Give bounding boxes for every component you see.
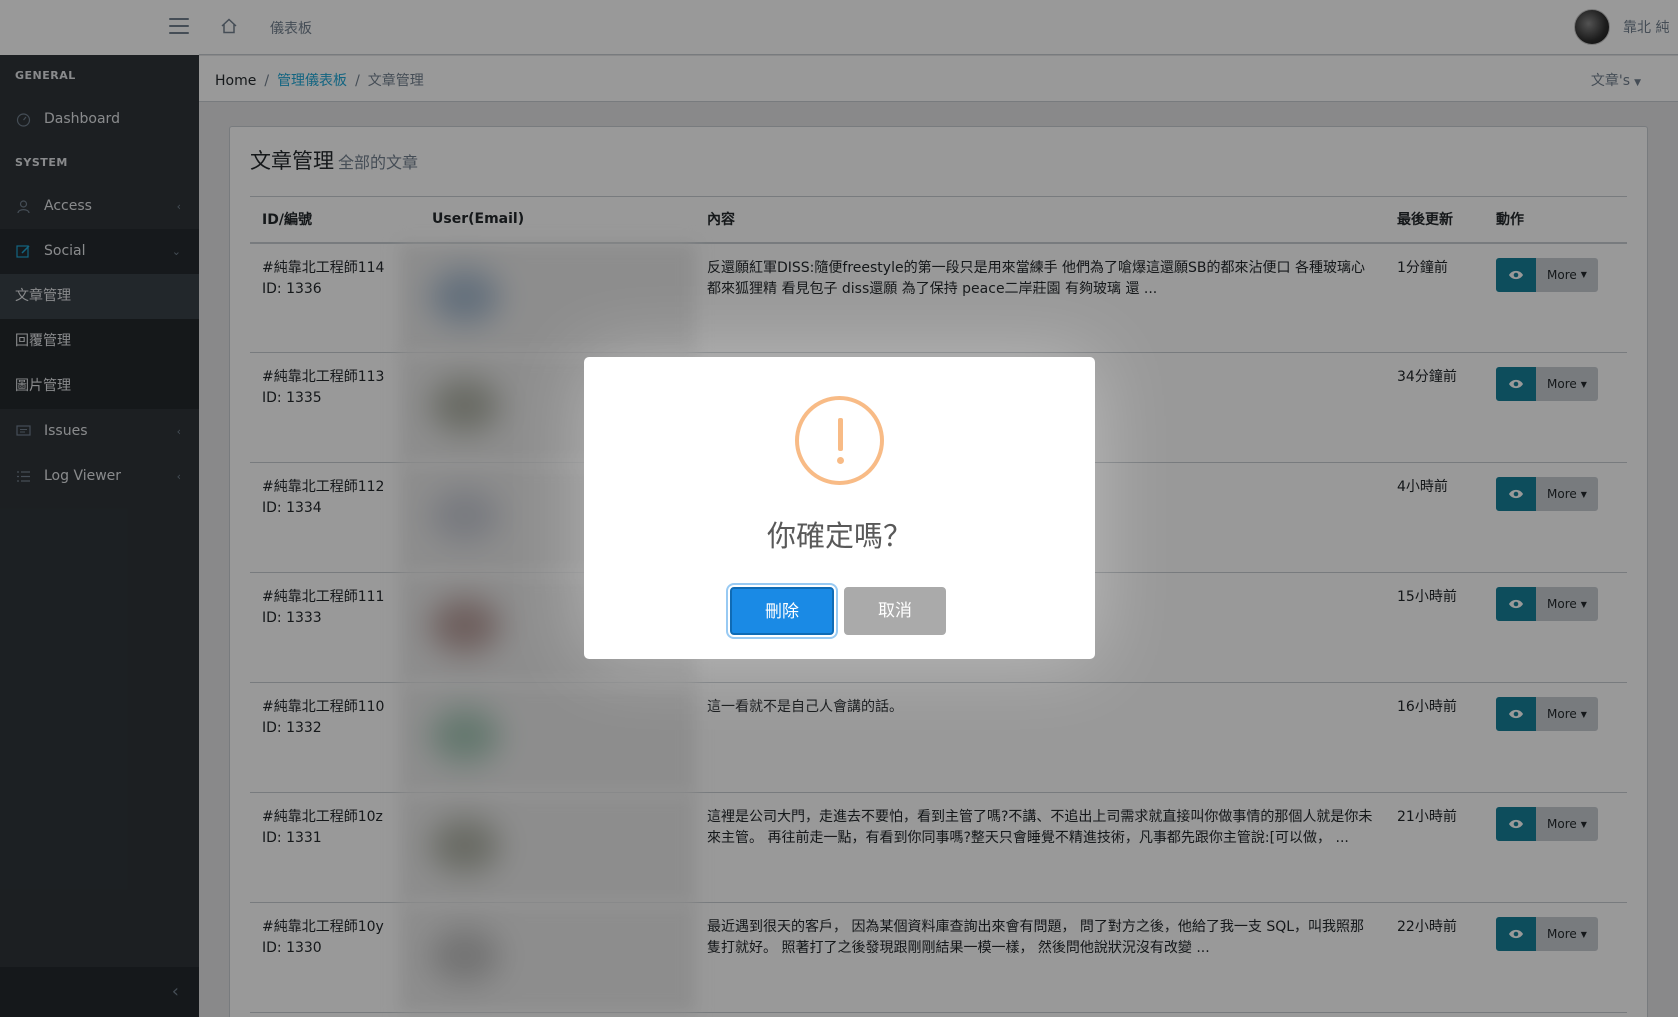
dialog-title: 你確定嗎？ — [766, 519, 912, 553]
cancel-button[interactable]: 取消 — [844, 587, 946, 635]
confirm-dialog: 你確定嗎？ 刪除 取消 — [584, 357, 1095, 659]
modal-overlay[interactable]: 你確定嗎？ 刪除 取消 — [0, 0, 1678, 1017]
delete-button[interactable]: 刪除 — [730, 587, 834, 635]
warning-icon-bar — [838, 418, 843, 451]
warning-icon — [795, 396, 884, 485]
warning-icon-dot — [837, 457, 844, 464]
